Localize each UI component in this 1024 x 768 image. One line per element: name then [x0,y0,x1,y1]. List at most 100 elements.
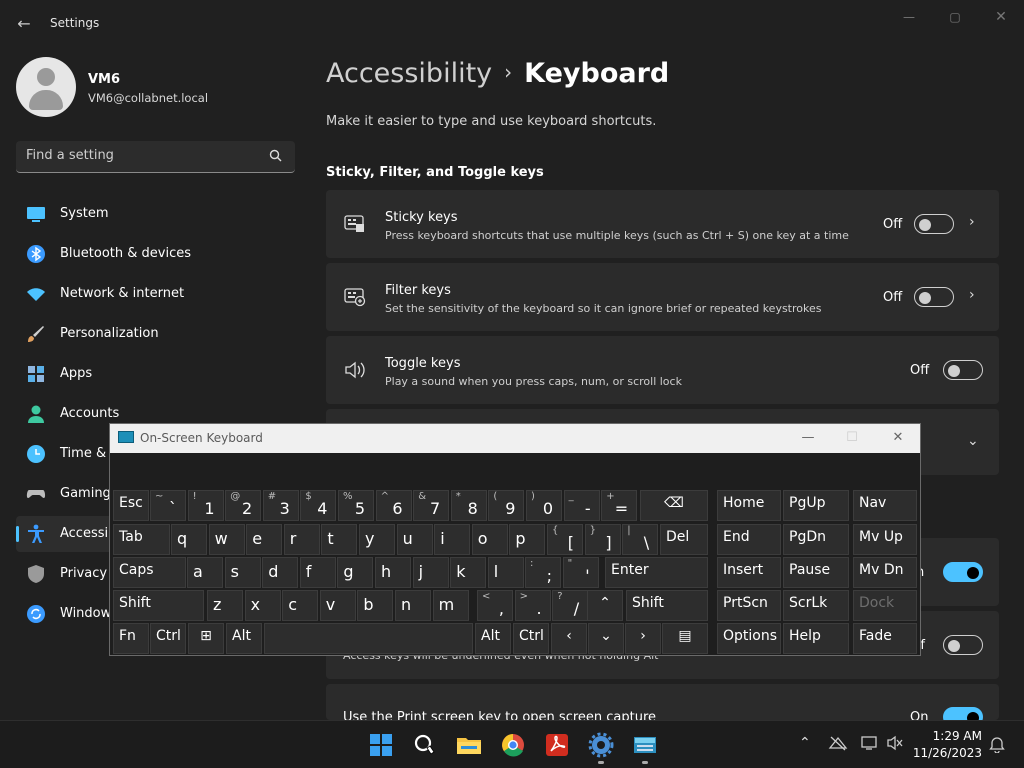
key-z[interactable]: z [207,590,243,621]
volume-muted-icon[interactable] [886,735,904,755]
search-icon[interactable] [269,149,282,165]
key-v[interactable]: v [319,590,356,621]
key-tab[interactable]: Tab [113,524,170,555]
key-6[interactable]: ^ 6 [375,490,412,521]
maximize-button[interactable]: ▢ [944,8,966,26]
key-sym[interactable]: :; [525,557,561,588]
key-2[interactable]: @2 [225,490,262,521]
chevron-down-icon[interactable]: ⌄ [967,433,979,449]
key-m[interactable]: m [432,590,469,621]
key-9[interactable]: (9 [488,490,525,521]
key-sym[interactable]: " ' [562,557,599,588]
settings-icon[interactable] [587,731,615,759]
key-c[interactable]: c [282,590,319,621]
key-sym[interactable]: }] [584,524,621,555]
key-s[interactable]: s [224,557,261,588]
key-sym[interactable]: >. [514,590,551,621]
key-b[interactable]: b [357,590,394,621]
key-8[interactable]: * 8 [450,490,487,521]
search-input[interactable] [26,148,256,163]
key-sym[interactable]: | \ [622,524,659,555]
key-x[interactable]: x [244,590,281,621]
chevron-right-icon[interactable]: › [969,287,975,303]
back-button[interactable]: ← [14,14,34,34]
key-end[interactable]: End [717,524,781,555]
key-up-arrow[interactable]: ⌃ [587,590,623,621]
key-home[interactable]: Home [717,490,781,521]
key-i[interactable]: i [434,524,471,555]
key-u[interactable]: u [396,524,433,555]
windows-start-icon[interactable] [367,731,395,759]
network-offline-icon[interactable] [828,735,848,755]
notification-bell-icon[interactable] [989,735,1005,757]
key-4[interactable]: $4 [300,490,337,521]
key-prtscn[interactable]: PrtScn [717,590,781,621]
key-`[interactable]: ~ ` [150,490,186,521]
key-fn[interactable]: Fn [113,623,149,654]
key-t[interactable]: t [321,524,358,555]
key-=[interactable]: + = [601,490,638,521]
osk-close-button[interactable]: ✕ [886,429,910,447]
key-scrlk[interactable]: ScrLk [783,590,849,621]
clock-date[interactable]: 11/26/2023 [910,746,982,760]
key-f[interactable]: f [299,557,336,588]
key-alt-left[interactable]: Alt [226,623,262,654]
key-backspace[interactable]: ⌫ [640,490,708,521]
sidebar-item-brush[interactable]: Personalization [16,316,295,352]
key-a[interactable]: a [187,557,223,588]
key-move-down[interactable]: Mv Dn [853,557,917,588]
key-7[interactable]: & 7 [413,490,450,521]
key-windows[interactable]: ⊞ [188,623,224,654]
key-e[interactable]: e [246,524,283,555]
key-right-arrow[interactable]: › [625,623,661,654]
underline-access-keys-toggle[interactable] [943,635,983,655]
key-fade[interactable]: Fade [853,623,917,654]
key-del[interactable]: Del [660,524,708,555]
acrobat-icon[interactable] [543,731,571,759]
osk-minimize-button[interactable]: — [796,429,820,447]
avatar[interactable] [16,57,76,117]
key-dock[interactable]: Dock [853,590,917,621]
key-k[interactable]: k [450,557,487,588]
key-o[interactable]: o [471,524,508,555]
key-menu[interactable]: ▤ [662,623,708,654]
key-nav[interactable]: Nav [853,490,917,521]
monitor-icon[interactable] [860,735,880,755]
filter-keys-card[interactable]: Filter keys Set the sensitivity of the k… [326,263,999,331]
key-space[interactable] [264,623,473,654]
sidebar-item-apps[interactable]: Apps [16,356,295,392]
sticky-keys-card[interactable]: Sticky keys Press keyboard shortcuts tha… [326,190,999,258]
key-insert[interactable]: Insert [717,557,781,588]
key-ctrl-right[interactable]: Ctrl [513,623,549,654]
key-pgdn[interactable]: PgDn [783,524,849,555]
toggle-keys-card[interactable]: Toggle keys Play a sound when you press … [326,336,999,404]
key-esc[interactable]: Esc [113,490,149,521]
sidebar-item-wifi[interactable]: Network & internet [16,276,295,312]
file-explorer-icon[interactable] [455,731,483,759]
search-icon[interactable] [410,731,438,759]
key-p[interactable]: p [509,524,546,555]
key-l[interactable]: l [487,557,524,588]
sidebar-item-bluetooth[interactable]: Bluetooth & devices [16,236,295,272]
key-caps[interactable]: Caps [113,557,186,588]
key-help[interactable]: Help [783,623,849,654]
key-sym[interactable]: ? / [552,590,589,621]
minimize-button[interactable]: — [898,8,920,26]
key-n[interactable]: n [395,590,431,621]
chrome-icon[interactable] [499,731,527,759]
tray-overflow-chevron-icon[interactable]: ⌃ [799,735,811,751]
print-screen-card[interactable]: Use the Print screen key to open screen … [326,684,999,727]
key-alt-right[interactable]: Alt [475,623,511,654]
key-enter[interactable]: Enter [605,557,708,588]
key-w[interactable]: w [208,524,245,555]
key-1[interactable]: ! 1 [187,490,224,521]
key-h[interactable]: h [375,557,411,588]
key-shift-left[interactable]: Shift [113,590,204,621]
key-y[interactable]: y [359,524,395,555]
key-0[interactable]: ) 0 [526,490,562,521]
key-left-arrow[interactable]: ‹ [551,623,587,654]
key-shift-right[interactable]: Shift [626,590,708,621]
key-pause[interactable]: Pause [783,557,849,588]
key-q[interactable]: q [171,524,207,555]
key-d[interactable]: d [262,557,299,588]
